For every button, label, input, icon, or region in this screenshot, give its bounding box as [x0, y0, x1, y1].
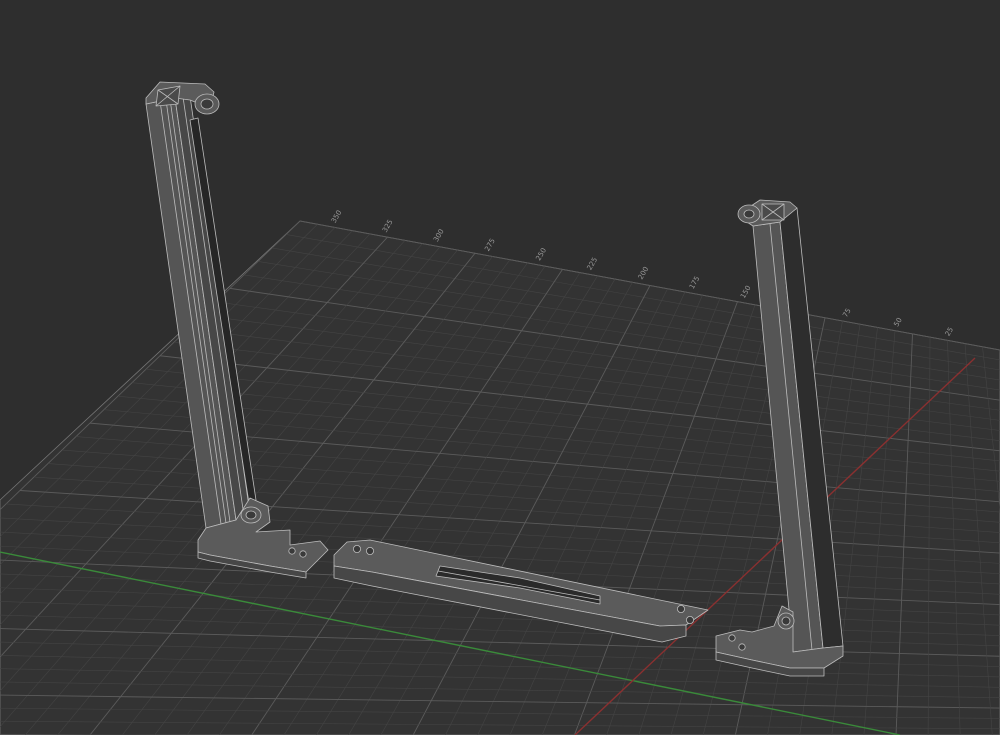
bed-ruler-label: 275 — [483, 237, 497, 253]
bed-ruler-label: 250 — [534, 247, 548, 263]
bed-ruler-label: 25 — [944, 326, 955, 338]
scene-canvas[interactable]: 350325300275250225200175150125755025 — [0, 0, 1000, 735]
build-plate: 350325300275250225200175150125755025 — [0, 209, 1000, 735]
3d-viewport[interactable]: 350325300275250225200175150125755025 — [0, 0, 1000, 735]
bed-ruler-label: 200 — [637, 265, 651, 281]
bed-ruler-label: 50 — [892, 316, 903, 328]
bed-ruler-label: 175 — [688, 275, 702, 291]
bed-ruler-label: 325 — [381, 218, 395, 234]
bed-ruler-label: 225 — [586, 256, 600, 272]
bed-ruler-label: 300 — [432, 228, 446, 244]
bed-ruler-label: 350 — [330, 209, 344, 225]
bed-ruler-label: 150 — [739, 284, 753, 300]
bed-ruler-label: 75 — [841, 307, 852, 319]
